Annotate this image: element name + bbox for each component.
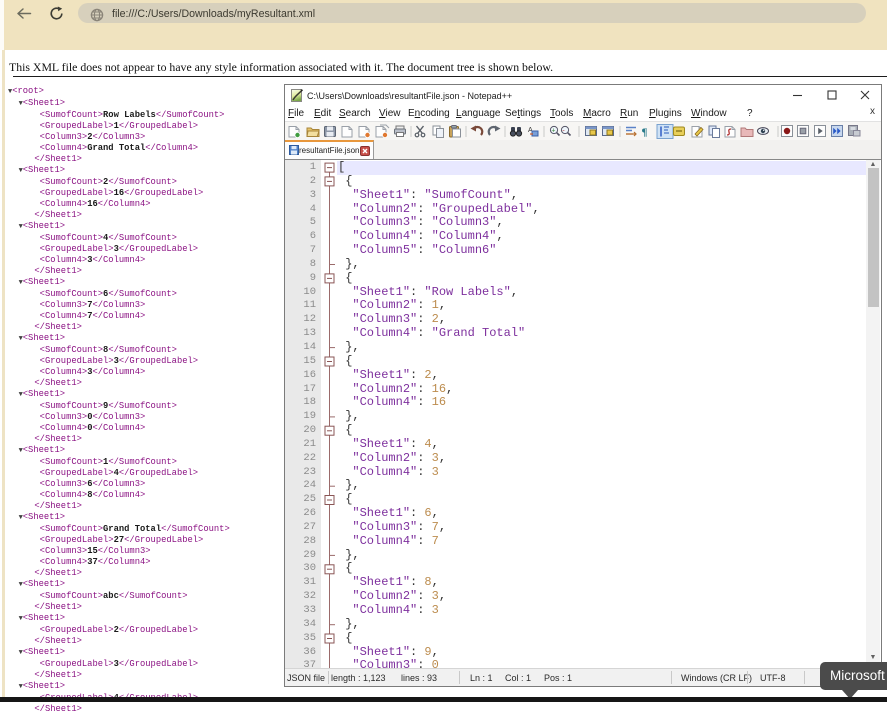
svg-text:¶: ¶ (642, 127, 648, 139)
svg-text:+: + (551, 128, 555, 135)
